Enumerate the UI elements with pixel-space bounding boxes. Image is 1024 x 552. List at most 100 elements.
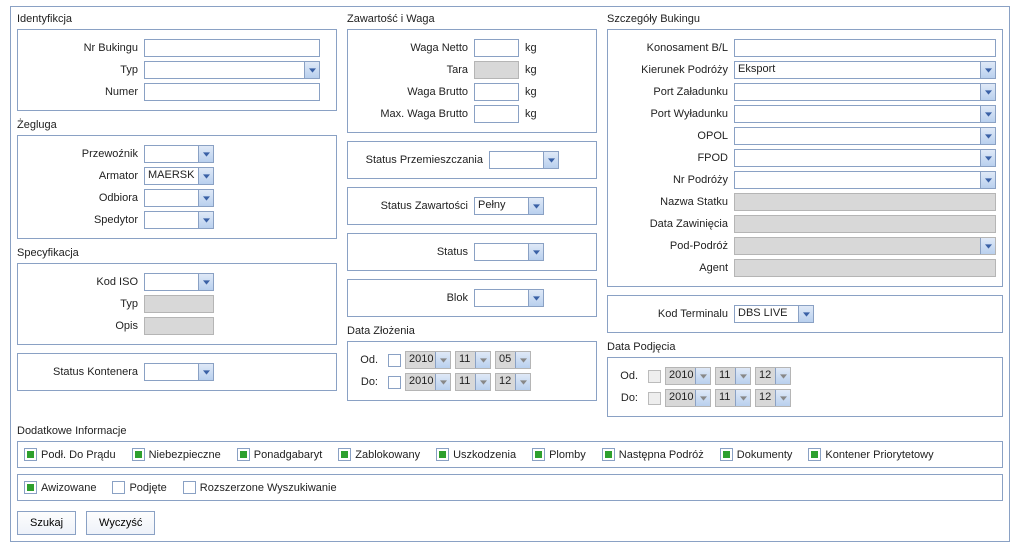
odbiora-select[interactable] bbox=[144, 189, 214, 207]
flag-ponadgabaryt[interactable]: Ponadgabaryt bbox=[237, 448, 323, 461]
identyfikacja-box: Nr Bukingu Typ Numer bbox=[17, 29, 337, 111]
chevron-down-icon[interactable] bbox=[695, 368, 710, 384]
chevron-down-icon[interactable] bbox=[775, 368, 790, 384]
chevron-down-icon[interactable] bbox=[198, 146, 213, 162]
status-kontenera-select[interactable] bbox=[144, 363, 214, 381]
max-waga-input[interactable] bbox=[474, 105, 519, 123]
chevron-down-icon[interactable] bbox=[980, 128, 995, 144]
flag-dokumenty[interactable]: Dokumenty bbox=[720, 448, 793, 461]
zlozenia-do-month[interactable]: 11 bbox=[455, 373, 491, 391]
nr-podrozy-select[interactable] bbox=[734, 171, 996, 189]
zlozenia-do-day[interactable]: 12 bbox=[495, 373, 531, 391]
pod-podroz-select[interactable] bbox=[734, 237, 996, 255]
chevron-down-icon[interactable] bbox=[980, 62, 995, 78]
flag-podjete[interactable]: Podjęte bbox=[112, 481, 166, 494]
identyfikacja-title: Identyfikcja bbox=[17, 13, 337, 25]
podjecia-do-year[interactable]: 2010 bbox=[665, 389, 711, 407]
chevron-down-icon[interactable] bbox=[735, 368, 750, 384]
flag-plomby[interactable]: Plomby bbox=[532, 448, 586, 461]
konosament-input[interactable] bbox=[734, 39, 996, 57]
status-przemieszczania-select[interactable] bbox=[489, 151, 559, 169]
chevron-down-icon[interactable] bbox=[515, 374, 530, 390]
flag-priorytet[interactable]: Kontener Priorytetowy bbox=[808, 448, 933, 461]
konosament-label: Konosament B/L bbox=[614, 42, 734, 54]
chevron-down-icon[interactable] bbox=[198, 274, 213, 290]
podjecia-od-year[interactable]: 2010 bbox=[665, 367, 711, 385]
chevron-down-icon[interactable] bbox=[980, 238, 995, 254]
status-kontenera-box: Status Kontenera bbox=[17, 353, 337, 391]
podjecia-od-month[interactable]: 11 bbox=[715, 367, 751, 385]
status-zawartosci-select[interactable]: Pełny bbox=[474, 197, 544, 215]
port-zaladunku-select[interactable] bbox=[734, 83, 996, 101]
chevron-down-icon[interactable] bbox=[475, 352, 490, 368]
chevron-down-icon[interactable] bbox=[198, 212, 213, 228]
przewoznik-label: Przewoźnik bbox=[24, 148, 144, 160]
flag-niebezpieczne[interactable]: Niebezpieczne bbox=[132, 448, 221, 461]
flag-awizowane[interactable]: Awizowane bbox=[24, 481, 96, 494]
chevron-down-icon[interactable] bbox=[543, 152, 558, 168]
waga-brutto-input[interactable] bbox=[474, 83, 519, 101]
podjecia-do-month[interactable]: 11 bbox=[715, 389, 751, 407]
agent-input bbox=[734, 259, 996, 277]
flag-zablokowany[interactable]: Zablokowany bbox=[338, 448, 420, 461]
bukingu-title: Szczegóły Bukingu bbox=[607, 13, 1003, 25]
max-waga-unit: kg bbox=[519, 108, 537, 120]
chevron-down-icon[interactable] bbox=[198, 190, 213, 206]
port-wyladunku-select[interactable] bbox=[734, 105, 996, 123]
chevron-down-icon[interactable] bbox=[735, 390, 750, 406]
podjecia-od-day[interactable]: 12 bbox=[755, 367, 791, 385]
armator-select[interactable]: MAERSK bbox=[144, 167, 214, 185]
chevron-down-icon[interactable] bbox=[304, 62, 319, 78]
fpod-select[interactable] bbox=[734, 149, 996, 167]
flags-row-1: Podł. Do Prądu Niebezpieczne Ponadgabary… bbox=[17, 441, 1003, 468]
chevron-down-icon[interactable] bbox=[980, 106, 995, 122]
flag-rozszerzone[interactable]: Rozszerzone Wyszukiwanie bbox=[183, 481, 337, 494]
dodatkowe-title: Dodatkowe Informacje bbox=[17, 425, 1003, 437]
podjecia-od-checkbox[interactable] bbox=[648, 370, 661, 383]
chevron-down-icon[interactable] bbox=[475, 374, 490, 390]
waga-netto-input[interactable] bbox=[474, 39, 519, 57]
flag-pod-do-pradu[interactable]: Podł. Do Prądu bbox=[24, 448, 116, 461]
chevron-down-icon[interactable] bbox=[980, 172, 995, 188]
chevron-down-icon[interactable] bbox=[198, 168, 213, 184]
zlozenia-do-year[interactable]: 2010 bbox=[405, 373, 451, 391]
agent-label: Agent bbox=[614, 262, 734, 274]
blok-select[interactable] bbox=[474, 289, 544, 307]
spedytor-select[interactable] bbox=[144, 211, 214, 229]
szukaj-button[interactable]: Szukaj bbox=[17, 511, 76, 535]
chevron-down-icon[interactable] bbox=[980, 84, 995, 100]
kodiso-select[interactable] bbox=[144, 273, 214, 291]
chevron-down-icon[interactable] bbox=[980, 150, 995, 166]
wyczysc-button[interactable]: Wyczyść bbox=[86, 511, 155, 535]
nr-bukingu-input[interactable] bbox=[144, 39, 320, 57]
zlozenia-do-checkbox[interactable] bbox=[388, 376, 401, 389]
flag-uszkodzenia[interactable]: Uszkodzenia bbox=[436, 448, 516, 461]
zlozenia-od-day[interactable]: 05 bbox=[495, 351, 531, 369]
chevron-down-icon[interactable] bbox=[695, 390, 710, 406]
typ-select[interactable] bbox=[144, 61, 320, 79]
chevron-down-icon[interactable] bbox=[798, 306, 813, 322]
zlozenia-od-month[interactable]: 11 bbox=[455, 351, 491, 369]
chevron-down-icon[interactable] bbox=[515, 352, 530, 368]
kod-terminalu-select[interactable]: DBS LIVE bbox=[734, 305, 814, 323]
status-kontenera-label: Status Kontenera bbox=[24, 366, 144, 378]
podjecia-do-checkbox[interactable] bbox=[648, 392, 661, 405]
zlozenia-od-year[interactable]: 2010 bbox=[405, 351, 451, 369]
podjecia-do-day[interactable]: 12 bbox=[755, 389, 791, 407]
chevron-down-icon[interactable] bbox=[528, 244, 543, 260]
status-select[interactable] bbox=[474, 243, 544, 261]
chevron-down-icon[interactable] bbox=[198, 364, 213, 380]
opol-select[interactable] bbox=[734, 127, 996, 145]
chevron-down-icon[interactable] bbox=[775, 390, 790, 406]
zlozenia-od-checkbox[interactable] bbox=[388, 354, 401, 367]
chevron-down-icon[interactable] bbox=[435, 374, 450, 390]
spedytor-label: Spedytor bbox=[24, 214, 144, 226]
chevron-down-icon[interactable] bbox=[528, 198, 543, 214]
kierunek-select[interactable]: Eksport bbox=[734, 61, 996, 79]
numer-input[interactable] bbox=[144, 83, 320, 101]
chevron-down-icon[interactable] bbox=[528, 290, 543, 306]
flag-nastepna[interactable]: Następna Podróż bbox=[602, 448, 704, 461]
data-zlozenia-title: Data Złożenia bbox=[347, 325, 597, 337]
chevron-down-icon[interactable] bbox=[435, 352, 450, 368]
przewoznik-select[interactable] bbox=[144, 145, 214, 163]
